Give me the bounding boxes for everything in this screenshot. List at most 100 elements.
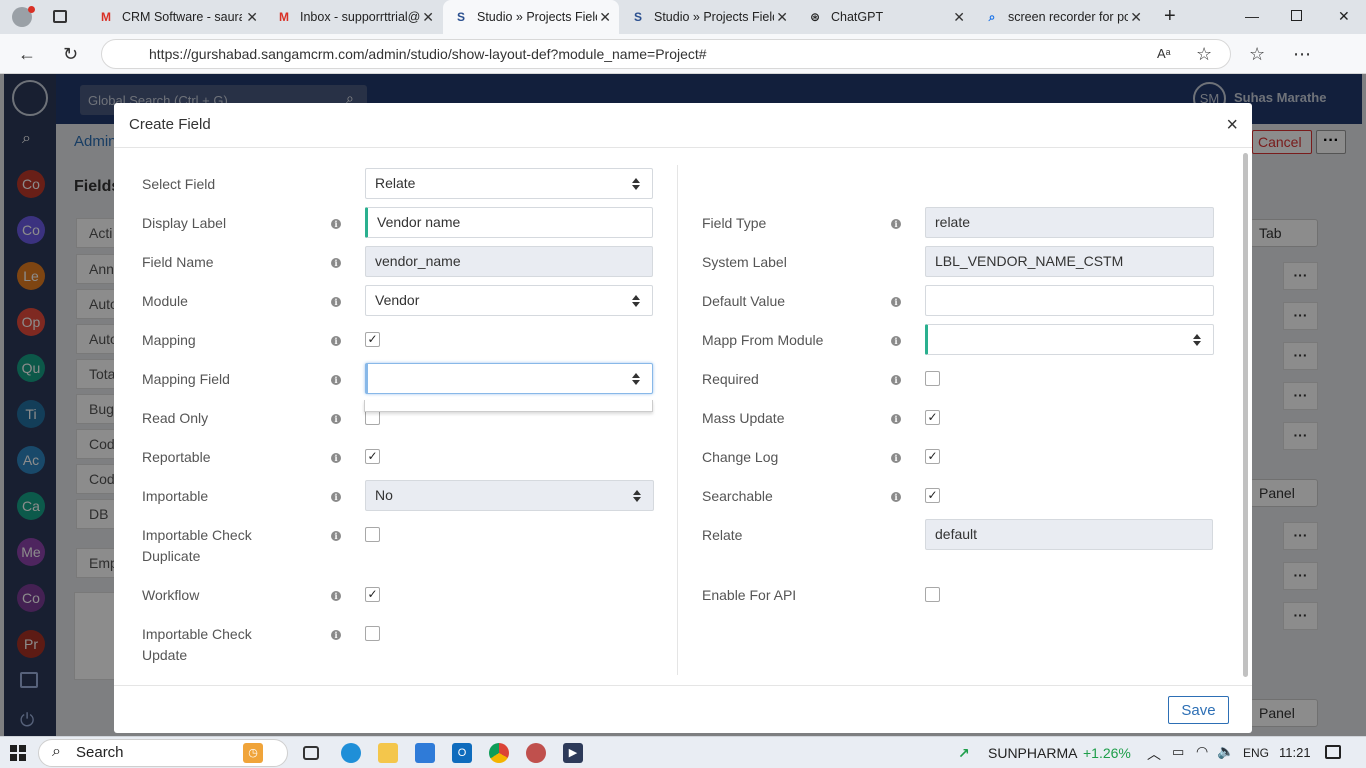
info-icon: i [331, 219, 341, 229]
clock-time[interactable]: 11:21 [1279, 745, 1311, 760]
tab-label: CRM Software - saura [122, 10, 242, 24]
app-icon[interactable] [526, 743, 546, 763]
info-icon: i [891, 297, 901, 307]
recorder-icon[interactable]: ▶ [563, 743, 583, 763]
stock-name[interactable]: SUNPHARMA [988, 745, 1077, 761]
tab-close-icon[interactable]: ✕ [599, 9, 611, 26]
tab-label: screen recorder for pc [1008, 10, 1128, 24]
tab-label: Studio » Projects Field [654, 10, 774, 24]
mapp-from-module-dropdown[interactable] [925, 324, 1214, 355]
modal-title: Create Field [129, 116, 211, 133]
browser-tab-4[interactable]: ⊛ ChatGPT ✕ [797, 0, 973, 34]
workflow-checkbox[interactable]: ✓ [365, 587, 380, 602]
mass-update-checkbox[interactable]: ✓ [925, 410, 940, 425]
chrome-icon[interactable] [489, 743, 509, 763]
searchable-checkbox[interactable]: ✓ [925, 488, 940, 503]
info-icon: i [331, 375, 341, 385]
more-menu-icon[interactable]: ⋯ [1293, 44, 1311, 65]
chatgpt-icon: ⊛ [809, 10, 821, 24]
chevron-up-icon[interactable]: ︿ [1147, 744, 1161, 764]
modal-scrollbar[interactable] [1243, 153, 1248, 677]
browser-tab-2[interactable]: S Studio » Projects Field ✕ [443, 0, 619, 34]
enable-for-api-checkbox[interactable] [925, 587, 940, 602]
read-only-checkbox[interactable] [365, 410, 380, 425]
save-button[interactable]: Save [1168, 696, 1229, 724]
reportable-label: Reportable [142, 449, 211, 465]
tab-close-icon[interactable]: ✕ [1130, 9, 1142, 26]
read-aloud-icon[interactable]: Aᵃ [1157, 46, 1171, 61]
field-name-input: vendor_name [365, 246, 653, 277]
required-checkbox[interactable] [925, 371, 940, 386]
tab-close-icon[interactable]: ✕ [246, 9, 258, 26]
notification-icon[interactable] [1325, 745, 1341, 759]
sangam-crm-icon: S [633, 10, 642, 24]
info-icon: i [331, 297, 341, 307]
info-icon: i [891, 453, 901, 463]
window-close-icon[interactable]: ✕ [1338, 8, 1350, 25]
system-label-label: System Label [702, 254, 787, 270]
sort-caret-icon [632, 178, 640, 190]
widget-icon[interactable]: ◷ [243, 743, 263, 763]
task-view-icon[interactable] [303, 746, 319, 760]
tab-actions-icon[interactable] [53, 10, 67, 23]
workflow-label: Workflow [142, 587, 200, 603]
minimize-icon[interactable]: — [1245, 8, 1259, 24]
enable-for-api-label: Enable For API [702, 587, 797, 603]
windows-start-icon[interactable] [10, 745, 26, 761]
url-field[interactable]: https://gurshabad.sangamcrm.com/admin/st… [101, 39, 1231, 69]
browser-address-bar: ← ↻ https://gurshabad.sangamcrm.com/admi… [0, 34, 1366, 97]
speaker-icon[interactable]: 🔈 [1217, 743, 1234, 760]
stock-change[interactable]: +1.26% [1083, 745, 1131, 761]
profile-notification-dot [28, 6, 35, 13]
create-field-modal: Create Field × Select Field Relate Displ… [114, 103, 1252, 733]
search-tab-icon: ⌕ [988, 9, 996, 24]
change-log-checkbox[interactable]: ✓ [925, 449, 940, 464]
display-label-input[interactable]: Vendor name [365, 207, 653, 238]
browser-tab-0[interactable]: M CRM Software - saura ✕ [88, 0, 266, 34]
favorite-star-icon[interactable]: ☆ [1196, 44, 1212, 65]
reportable-checkbox[interactable]: ✓ [365, 449, 380, 464]
browser-tab-1[interactable]: M Inbox - supporrttrial@ ✕ [266, 0, 442, 34]
network-icon[interactable]: ▭ [1172, 744, 1184, 760]
importable-dropdown[interactable]: No [365, 480, 654, 511]
mapping-field-options-list[interactable] [364, 400, 653, 412]
outlook-icon[interactable]: O [452, 743, 472, 763]
importable-check-duplicate-checkbox[interactable] [365, 527, 380, 542]
wifi-icon[interactable]: ◠ [1196, 743, 1208, 760]
modal-header: Create Field × [114, 103, 1252, 148]
importable-value: No [375, 487, 393, 503]
default-value-label: Default Value [702, 293, 786, 309]
mass-update-label: Mass Update [702, 410, 785, 426]
tab-label: Inbox - supporrttrial@ [300, 10, 420, 24]
module-label: Module [142, 293, 188, 309]
default-value-input[interactable] [925, 285, 1214, 316]
modal-footer: Save [114, 685, 1252, 733]
relate-label: Relate [702, 527, 743, 543]
file-explorer-icon[interactable] [378, 743, 398, 763]
new-tab-icon[interactable]: + [1164, 5, 1176, 28]
label-line: Importable Check [142, 527, 252, 543]
reload-icon[interactable]: ↻ [63, 44, 78, 65]
restore-icon[interactable] [1291, 10, 1302, 21]
importable-check-update-checkbox[interactable] [365, 626, 380, 641]
mapping-field-dropdown[interactable] [365, 363, 653, 394]
label-line: Duplicate [142, 548, 201, 564]
back-arrow-icon[interactable]: ← [18, 44, 36, 65]
field-type-input: relate [925, 207, 1214, 238]
language-indicator[interactable]: ENG [1243, 746, 1269, 760]
importable-label: Importable [142, 488, 209, 504]
tab-close-icon[interactable]: ✕ [953, 9, 965, 26]
edge-browser-icon[interactable] [341, 743, 361, 763]
select-field-value: Relate [375, 175, 416, 191]
store-icon[interactable] [415, 743, 435, 763]
mapping-checkbox[interactable]: ✓ [365, 332, 380, 347]
info-icon: i [891, 375, 901, 385]
browser-tab-5[interactable]: ⌕ screen recorder for pc ✕ [974, 0, 1150, 34]
tab-close-icon[interactable]: ✕ [422, 9, 434, 26]
close-icon[interactable]: × [1226, 114, 1238, 137]
tab-close-icon[interactable]: ✕ [776, 9, 788, 26]
module-dropdown[interactable]: Vendor [365, 285, 653, 316]
browser-tab-3[interactable]: S Studio » Projects Field ✕ [620, 0, 796, 34]
favorites-list-icon[interactable]: ☆ [1249, 44, 1265, 65]
select-field-dropdown[interactable]: Relate [365, 168, 653, 199]
